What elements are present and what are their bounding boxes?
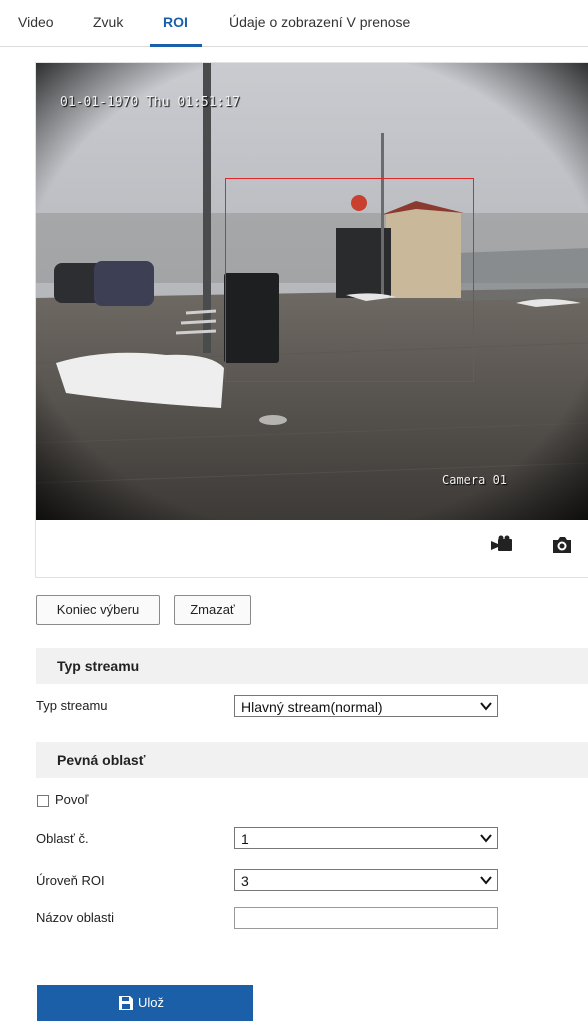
stream-type-select[interactable]: Hlavný stream(normal) bbox=[234, 695, 498, 717]
enable-label: Povoľ bbox=[55, 792, 89, 807]
region-no-value: 1 bbox=[241, 831, 249, 847]
clear-button[interactable]: Zmazať bbox=[174, 595, 251, 625]
active-tab-indicator bbox=[150, 44, 202, 47]
chevron-down-icon bbox=[480, 702, 492, 711]
save-button[interactable]: Ulož bbox=[37, 985, 253, 1021]
stream-type-value: Hlavný stream(normal) bbox=[241, 699, 383, 715]
save-label: Ulož bbox=[138, 995, 165, 1010]
region-no-label: Oblasť č. bbox=[36, 831, 89, 846]
video-viewer: 01-01-1970 Thu 01:51:17 Camera 01 bbox=[35, 62, 588, 578]
roi-level-value: 3 bbox=[241, 873, 249, 889]
section-title: Pevná oblasť bbox=[57, 752, 146, 768]
live-video[interactable]: 01-01-1970 Thu 01:51:17 Camera 01 bbox=[36, 63, 588, 520]
camera-snapshot-icon[interactable] bbox=[550, 535, 574, 555]
osd-camera-name: Camera 01 bbox=[442, 473, 508, 487]
tab-live-view-info[interactable]: Údaje o zobrazení V prenose bbox=[229, 14, 410, 30]
osd-timestamp: 01-01-1970 Thu 01:51:17 bbox=[60, 95, 241, 110]
floppy-disk-icon bbox=[119, 996, 133, 1010]
stream-type-section-header: Typ streamu bbox=[36, 648, 588, 684]
region-name-label: Názov oblasti bbox=[36, 910, 115, 925]
end-selection-button[interactable]: Koniec výberu bbox=[36, 595, 160, 625]
fixed-region-section-header: Pevná oblasť bbox=[36, 742, 588, 778]
tab-video[interactable]: Video bbox=[18, 14, 54, 30]
roi-level-label: Úroveň ROI bbox=[36, 873, 105, 888]
section-title: Typ streamu bbox=[57, 658, 140, 674]
region-name-input[interactable] bbox=[234, 907, 498, 929]
video-record-icon[interactable] bbox=[490, 535, 514, 555]
enable-checkbox[interactable] bbox=[37, 795, 49, 807]
chevron-down-icon bbox=[480, 834, 492, 843]
tab-audio[interactable]: Zvuk bbox=[93, 14, 123, 30]
roi-level-select[interactable]: 3 bbox=[234, 869, 498, 891]
chevron-down-icon bbox=[480, 876, 492, 885]
tab-roi[interactable]: ROI bbox=[163, 14, 188, 30]
stream-type-label: Typ streamu bbox=[36, 698, 108, 713]
region-no-select[interactable]: 1 bbox=[234, 827, 498, 849]
roi-selection-rectangle[interactable] bbox=[225, 178, 474, 382]
tab-bar: Video Zvuk ROI Údaje o zobrazení V preno… bbox=[0, 0, 588, 47]
